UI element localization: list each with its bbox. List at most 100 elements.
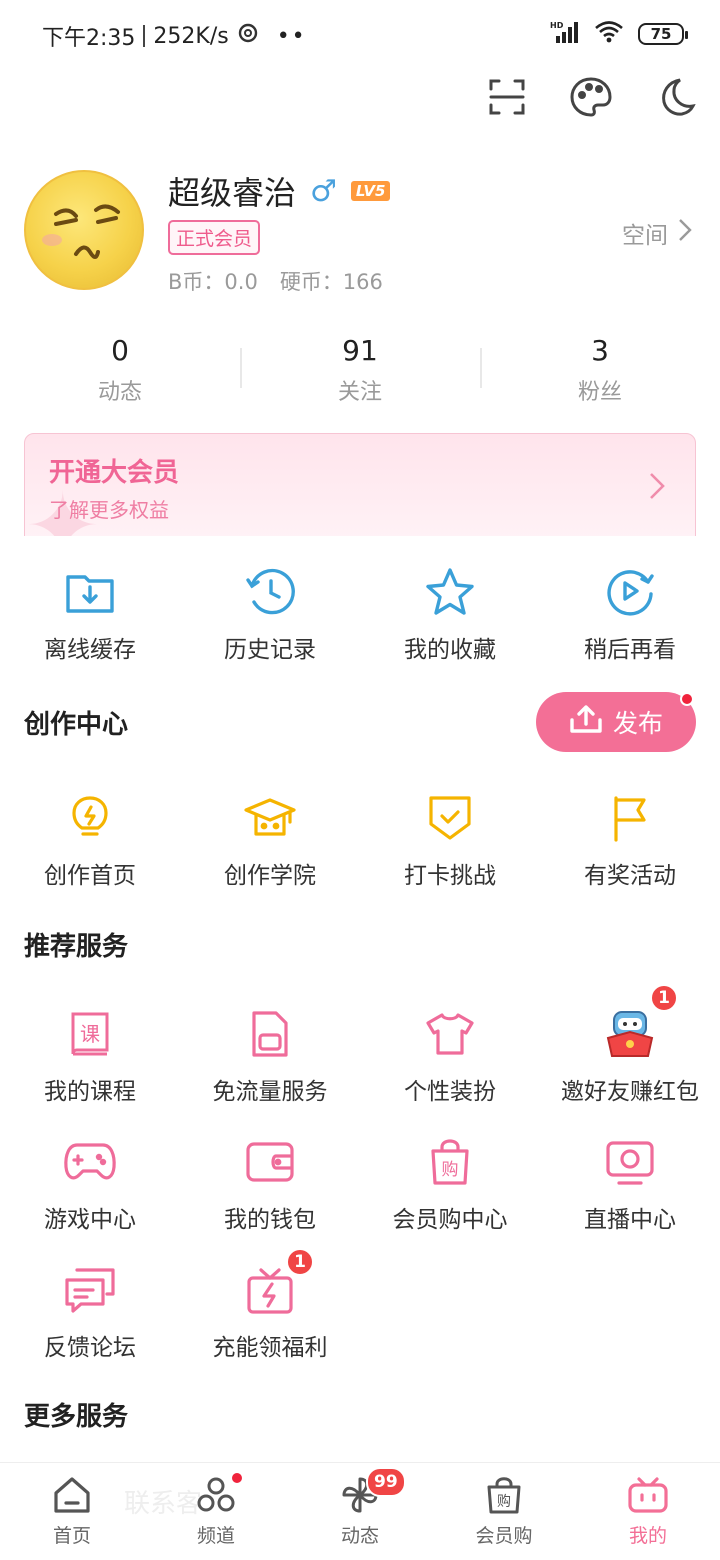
wifi-icon [594,20,624,48]
flag-icon [600,788,660,848]
tab-home[interactable]: 首页 [0,1463,144,1560]
creation-academy-item[interactable]: 创作学院 [180,788,360,898]
vip-banner[interactable]: ✦ 开通大会员 了解更多权益 [24,433,696,541]
wallet-icon [240,1132,300,1192]
tab-label: 首页 [52,1525,91,1547]
bottom-tab-bar: 联系客 首页 频道 99 动态 购 会员购 我的 [0,1462,720,1560]
vip-banner-subtitle: 了解更多权益 [49,498,169,522]
item-label: 充能领福利 [212,1335,328,1361]
invite-friends-item[interactable]: 1 邀好友赚红包 [540,984,720,1132]
tab-mine[interactable]: 我的 [576,1463,720,1560]
stats-row: 0 动态 91 关注 3 粉丝 [0,332,720,412]
creation-center-title: 创作中心 [24,710,129,740]
space-link[interactable]: 空间 [622,216,692,250]
space-label: 空间 [622,223,668,249]
tab-dynamics[interactable]: 99 动态 [288,1463,432,1560]
tab-label: 我的 [628,1525,667,1547]
chevron-right-icon [649,472,665,504]
reward-activity-item[interactable]: 有奖活动 [540,788,720,898]
top-actions [484,74,698,120]
data-free-service-item[interactable]: 免流量服务 [180,1004,360,1132]
battery-indicator: 75 [638,23,688,45]
tshirt-icon [420,1004,480,1064]
game-center-item[interactable]: 游戏中心 [0,1132,180,1260]
gender-male-icon: ♂ [310,173,337,209]
stat-label: 粉丝 [577,380,622,405]
chevron-right-icon [678,218,692,248]
gamepad-icon [60,1132,120,1192]
tv-mascot-icon [627,1475,669,1519]
chat-bubbles-icon [60,1260,120,1320]
publish-button[interactable]: 发布 [536,692,696,752]
recommended-title: 推荐服务 [24,932,129,962]
item-label: 会员购中心 [392,1207,508,1233]
charge-welfare-item[interactable]: 1 充能领福利 [180,1248,360,1388]
favorites-item[interactable]: 我的收藏 [360,562,540,672]
stat-following[interactable]: 91 关注 [240,332,480,412]
item-label: 免流量服务 [212,1079,328,1105]
bulb-icon [60,788,120,848]
item-label: 离线缓存 [44,637,136,663]
vip-status-tag: 正式会员 [168,220,261,255]
watch-later-item[interactable]: 稍后再看 [540,562,720,672]
tab-label: 动态 [340,1525,379,1547]
my-courses-item[interactable]: 课 我的课程 [0,1004,180,1132]
tab-label: 频道 [196,1525,235,1547]
item-label: 个性装扮 [404,1079,496,1105]
item-label: 邀好友赚红包 [561,1079,699,1105]
check-shield-icon [420,788,480,848]
coin-row: B币：0.0 硬币：166 [168,266,383,296]
notification-badge: 1 [650,984,678,1012]
item-label: 稍后再看 [584,637,676,663]
checkin-challenge-item[interactable]: 打卡挑战 [360,788,540,898]
download-folder-icon [60,562,120,622]
item-label: 我的收藏 [404,637,496,663]
wallet-item[interactable]: 我的钱包 [180,1132,360,1260]
dress-up-item[interactable]: 个性装扮 [360,1004,540,1132]
avatar[interactable] [24,170,144,290]
svg-text:HD: HD [550,21,564,30]
item-label: 有奖活动 [584,863,676,889]
member-shop-item[interactable]: 购 会员购中心 [360,1132,540,1260]
night-mode-moon-icon[interactable] [652,74,698,120]
status-left: 下午2:35 252K/s •• [42,20,307,52]
mascot-redpacket-icon [600,1004,660,1064]
item-label: 创作首页 [44,863,136,889]
username-row: 超级睿治 ♂ LV5 [168,168,391,214]
stat-fans[interactable]: 3 粉丝 [480,332,720,412]
shop-glyph: 购 [442,1160,459,1180]
username[interactable]: 超级睿治 [168,168,296,214]
status-dots: •• [276,23,307,49]
live-tv-icon [600,1132,660,1192]
coin-balance: 硬币：166 [279,270,383,294]
quick-actions-grid: 离线缓存 历史记录 我的收藏 稍后再看 [0,562,720,672]
course-book-icon: 课 [60,1004,120,1064]
tab-member-shop[interactable]: 购 会员购 [432,1463,576,1560]
shopping-bag-icon: 购 [420,1132,480,1192]
creation-grid: 创作首页 创作学院 打卡挑战 有奖活动 [0,788,720,898]
stat-label: 动态 [97,380,142,405]
recommended-grid: 课 我的课程 免流量服务 个性装扮 1 邀好友赚红包 游戏中心 我的钱包 购 会… [0,984,720,1388]
watch-later-icon [600,562,660,622]
status-bar: 下午2:35 252K/s •• HD 75 [0,0,720,66]
publish-label: 发布 [612,709,663,738]
scan-icon[interactable] [484,74,530,120]
offline-cache-item[interactable]: 离线缓存 [0,562,180,672]
feedback-forum-item[interactable]: 反馈论坛 [0,1260,180,1388]
more-services-title: 更多服务 [24,1402,129,1432]
history-item[interactable]: 历史记录 [180,562,360,672]
creation-home-item[interactable]: 创作首页 [0,788,180,898]
tab-channel[interactable]: 频道 [144,1463,288,1560]
stat-label: 关注 [337,380,382,405]
stat-number: 3 [591,334,609,367]
live-center-item[interactable]: 直播中心 [540,1132,720,1260]
course-glyph: 课 [80,1022,100,1046]
sim-card-icon [240,1004,300,1064]
stat-number: 0 [111,334,129,367]
item-label: 打卡挑战 [404,863,496,889]
theme-palette-icon[interactable] [568,74,614,120]
stat-dynamics[interactable]: 0 动态 [0,332,240,412]
signal-icon: HD [550,20,580,48]
level-badge: LV5 [350,181,391,201]
stat-number: 91 [342,334,378,367]
